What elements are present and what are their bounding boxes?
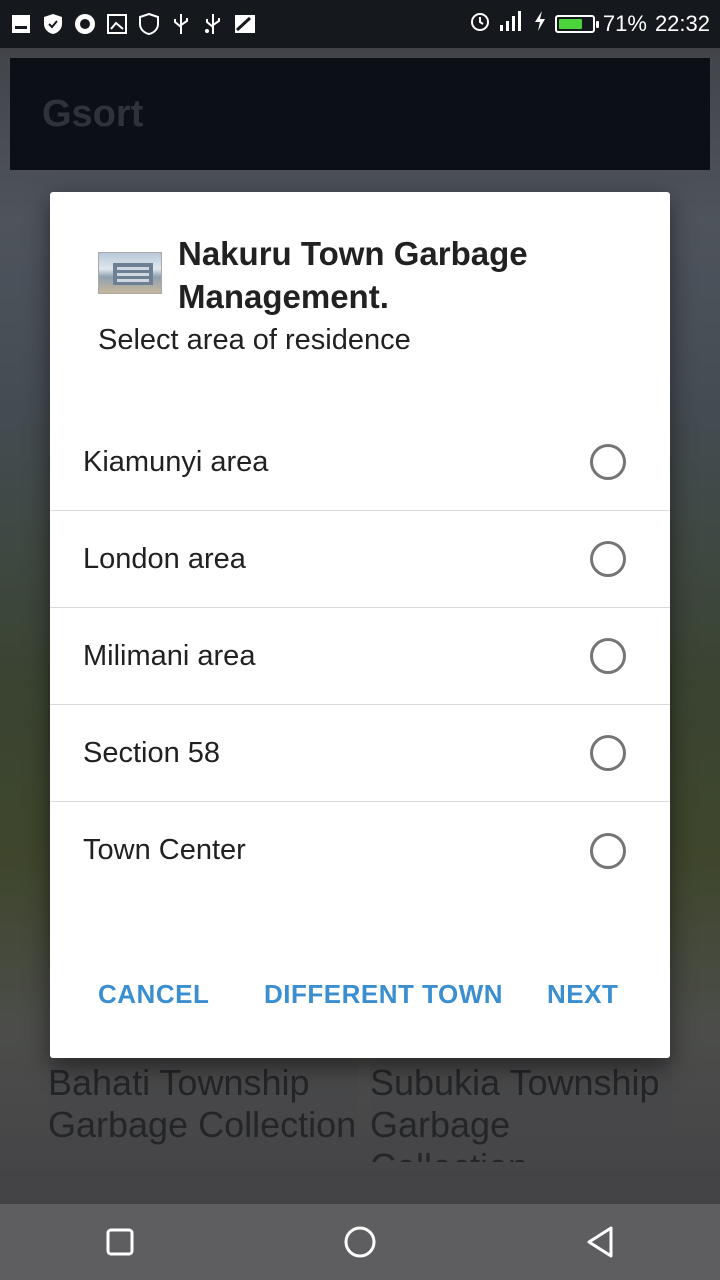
battery-fill [558, 19, 582, 29]
option-town-center[interactable]: Town Center [50, 802, 670, 899]
dialog-actions: CANCEL DIFFERENT TOWN NEXT [50, 966, 670, 1022]
option-kiamunyi[interactable]: Kiamunyi area [50, 414, 670, 511]
town-logo-image [98, 252, 162, 294]
radio-button[interactable] [590, 638, 626, 674]
radio-button[interactable] [590, 832, 626, 869]
status-right: 71% 22:32 [469, 10, 710, 38]
signal-icon [499, 10, 525, 38]
radio-button[interactable] [590, 444, 626, 480]
status-left-icons [10, 13, 256, 35]
option-label: London area [83, 542, 246, 575]
usb-debug-icon [202, 13, 224, 35]
option-label: Town Center [83, 834, 246, 866]
radio-button[interactable] [590, 541, 626, 577]
option-label: Milimani area [83, 639, 256, 672]
dialog-title: Nakuru Town Garbage Management. [178, 235, 528, 315]
battery-icon [554, 15, 599, 33]
navigation-bar [0, 1204, 720, 1280]
select-area-dialog: Nakuru Town Garbage Management. Select a… [50, 192, 670, 1058]
battery-percent: 71% [602, 11, 647, 36]
back-icon[interactable] [560, 1204, 640, 1280]
option-label: Section 58 [83, 736, 221, 769]
recent-apps-icon[interactable] [80, 1204, 160, 1280]
option-milimani[interactable]: Milimani area [50, 608, 670, 705]
dialog-subtitle: Select area of residence [98, 324, 411, 356]
clock: 22:32 [654, 11, 710, 36]
usb-icon [170, 13, 192, 35]
area-options-list: Kiamunyi area London area Milimani area … [50, 414, 670, 899]
alarm-icon [469, 10, 491, 38]
screenshot-icon [106, 13, 128, 35]
notification-icon [10, 13, 32, 35]
different-town-button[interactable]: DIFFERENT TOWN [264, 966, 503, 1022]
shield-icon [42, 13, 64, 35]
option-london[interactable]: London area [50, 511, 670, 608]
image-icon [234, 13, 256, 35]
app-icon [74, 13, 96, 35]
home-icon[interactable] [320, 1204, 400, 1280]
option-label: Kiamunyi area [83, 445, 269, 478]
next-button[interactable]: NEXT [547, 966, 618, 1022]
cancel-button[interactable]: CANCEL [98, 966, 209, 1022]
radio-button[interactable] [590, 735, 626, 771]
charging-icon [533, 10, 547, 38]
security-icon [138, 13, 160, 35]
status-bar: 71% 22:32 [0, 0, 720, 48]
option-section-58[interactable]: Section 58 [50, 705, 670, 802]
